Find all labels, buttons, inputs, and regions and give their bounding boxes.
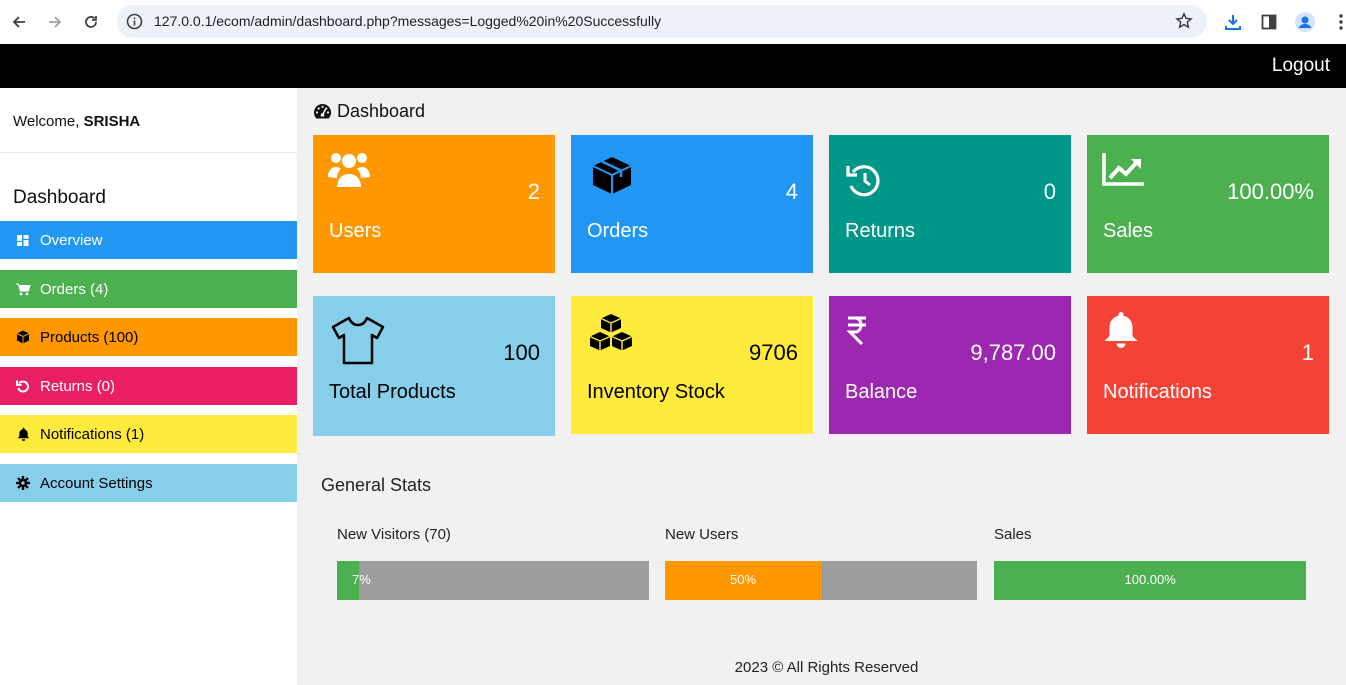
- welcome-message: Welcome, SRISHA: [13, 113, 140, 130]
- logout-link[interactable]: Logout: [1272, 55, 1330, 77]
- main-content: Dashboard 2 Users 4 Orders 0 Returns 100…: [297, 88, 1346, 685]
- download-icon[interactable]: [1222, 11, 1244, 33]
- card-value: 100.00%: [1227, 179, 1314, 204]
- card-value: 9706: [749, 340, 798, 365]
- cubes-icon: [589, 314, 633, 351]
- sidebar: Welcome, SRISHA Dashboard Overview Order…: [0, 88, 297, 685]
- sidebar-item-label: Orders (4): [40, 280, 109, 298]
- undo-icon: [15, 378, 31, 394]
- sidebar-item-label: Products (100): [40, 328, 139, 346]
- line-chart-icon: [1102, 153, 1144, 186]
- back-arrow-icon[interactable]: [8, 11, 30, 33]
- card-orders[interactable]: 4 Orders: [571, 135, 813, 273]
- profile-icon[interactable]: [1294, 11, 1316, 33]
- welcome-prefix: Welcome,: [13, 113, 84, 130]
- grid-icon: [15, 232, 31, 248]
- more-menu-icon[interactable]: [1330, 11, 1346, 33]
- sidebar-item-account-settings[interactable]: Account Settings: [0, 464, 297, 502]
- tshirt-icon: [331, 316, 385, 365]
- card-value: 9,787.00: [970, 340, 1056, 365]
- sidebar-item-returns[interactable]: Returns (0): [0, 367, 297, 405]
- sidebar-item-label: Overview: [40, 231, 103, 249]
- browser-toolbar: 127.0.0.1/ecom/admin/dashboard.php?messa…: [0, 0, 1346, 44]
- sidebar-item-label: Notifications (1): [40, 425, 145, 443]
- history-icon: [846, 165, 880, 197]
- progress-bar-new-users: 50%: [665, 561, 977, 600]
- cubes-box-icon: [592, 157, 632, 194]
- card-label: Sales: [1103, 220, 1154, 242]
- card-inventory-stock[interactable]: 9706 Inventory Stock: [571, 296, 813, 434]
- card-value: 100: [503, 340, 540, 365]
- reload-icon[interactable]: [80, 11, 102, 33]
- card-sales[interactable]: 100.00% Sales: [1087, 135, 1329, 273]
- card-label: Inventory Stock: [587, 381, 725, 403]
- username: SRISHA: [83, 113, 141, 130]
- tachometer-icon: [314, 103, 332, 119]
- bookmark-star-icon[interactable]: [1175, 12, 1193, 30]
- card-users[interactable]: 2 Users: [313, 135, 555, 273]
- sidebar-item-products[interactable]: Products (100): [0, 318, 297, 356]
- sidebar-heading: Dashboard: [13, 187, 106, 208]
- admin-topbar: Logout: [0, 44, 1346, 88]
- card-returns[interactable]: 0 Returns: [829, 135, 1071, 273]
- site-info-icon[interactable]: [126, 13, 143, 30]
- progress-bar-sales: 100.00%: [994, 561, 1306, 600]
- card-notifications[interactable]: 1 Notifications: [1087, 296, 1329, 434]
- sidebar-item-overview[interactable]: Overview: [0, 221, 297, 259]
- side-panel-icon[interactable]: [1258, 11, 1280, 33]
- gear-icon: [15, 475, 31, 491]
- stat-label-sales: Sales: [994, 526, 1032, 543]
- card-label: Returns: [845, 220, 916, 242]
- progress-text: 50%: [730, 572, 757, 587]
- footer-copyright: 2023 © All Rights Reserved: [734, 659, 919, 676]
- url-text[interactable]: 127.0.0.1/ecom/admin/dashboard.php?messa…: [154, 13, 661, 29]
- sidebar-item-label: Account Settings: [40, 474, 153, 492]
- card-value: 2: [527, 179, 540, 204]
- card-label: Users: [329, 220, 382, 242]
- page-title-text: Dashboard: [337, 101, 426, 121]
- progress-text: 100.00%: [1124, 572, 1176, 587]
- card-label: Balance: [845, 381, 918, 403]
- sidebar-item-orders[interactable]: Orders (4): [0, 270, 297, 308]
- card-value: 1: [1301, 340, 1314, 365]
- stat-label-new-visitors: New Visitors (70): [337, 526, 451, 543]
- card-balance[interactable]: 9,787.00 Balance: [829, 296, 1071, 434]
- card-value: 0: [1043, 179, 1056, 204]
- progress-text: 7%: [352, 572, 371, 587]
- card-label: Notifications: [1103, 381, 1212, 403]
- general-stats-title: General Stats: [321, 475, 432, 495]
- sidebar-item-label: Returns (0): [40, 377, 116, 395]
- bell-icon: [15, 426, 31, 442]
- card-value: 4: [785, 179, 798, 204]
- rupee-icon: [846, 316, 866, 345]
- card-label: Total Products: [329, 381, 456, 403]
- bell-icon: [1104, 312, 1138, 348]
- sidebar-divider: [0, 152, 297, 153]
- progress-bar-new-visitors: 7%: [337, 561, 649, 600]
- cube-icon: [15, 329, 31, 345]
- card-label: Orders: [587, 220, 649, 242]
- forward-arrow-icon[interactable]: [44, 11, 66, 33]
- page-title: Dashboard: [313, 101, 425, 122]
- cart-icon: [15, 281, 31, 297]
- sidebar-item-notifications[interactable]: Notifications (1): [0, 415, 297, 453]
- users-icon: [328, 153, 370, 187]
- stat-label-new-users: New Users: [665, 526, 739, 543]
- card-total-products[interactable]: 100 Total Products: [313, 296, 555, 436]
- address-bar[interactable]: 127.0.0.1/ecom/admin/dashboard.php?messa…: [117, 5, 1207, 38]
